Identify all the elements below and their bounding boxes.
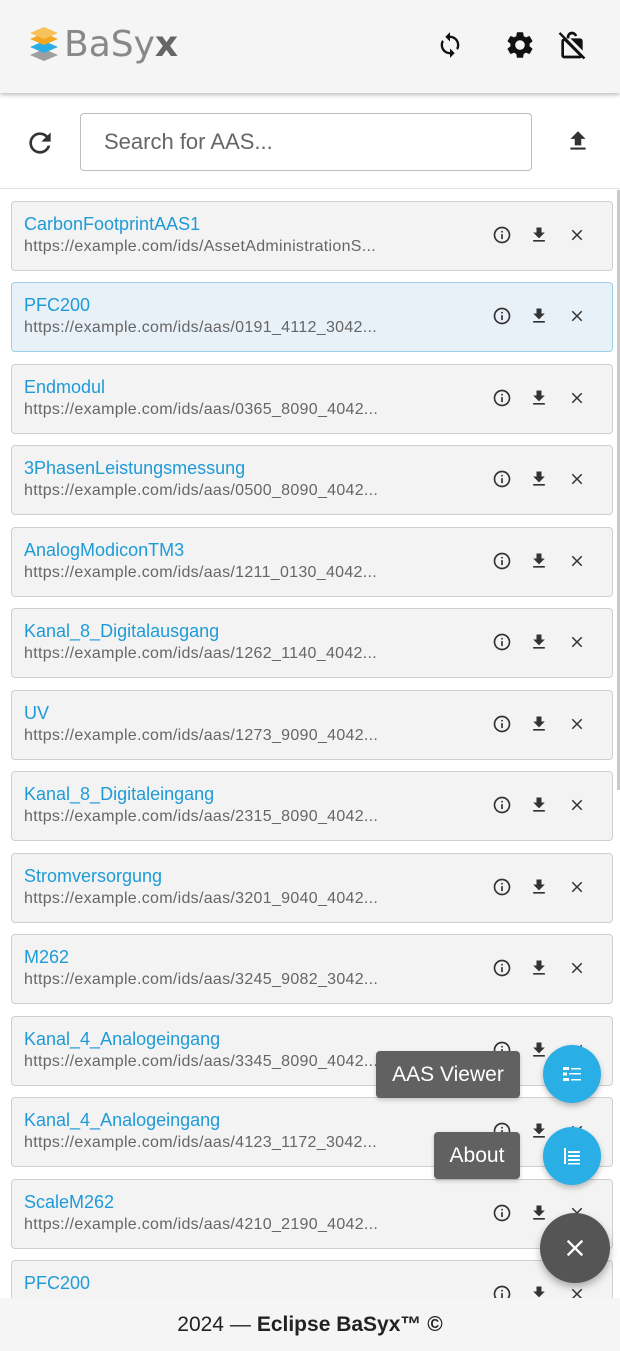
app-bar: BaSyx — [0, 0, 620, 93]
download-icon[interactable] — [527, 793, 551, 817]
close-icon[interactable] — [565, 386, 589, 410]
info-icon[interactable] — [490, 956, 514, 980]
footer: 2024 — Eclipse BaSyx™ © — [0, 1298, 620, 1351]
info-icon[interactable] — [490, 1201, 514, 1225]
info-icon[interactable] — [490, 304, 514, 328]
download-icon[interactable] — [527, 630, 551, 654]
download-icon[interactable] — [527, 223, 551, 247]
aas-id: https://example.com/ids/aas/3201_9040_40… — [24, 890, 379, 907]
search-input[interactable] — [80, 113, 532, 171]
aas-id: https://example.com/ids/aas/1211_0130_40… — [24, 564, 377, 581]
aas-id: https://example.com/ids/aas/4210_2190_40… — [24, 1216, 379, 1233]
info-icon[interactable] — [490, 467, 514, 491]
aas-list-item[interactable]: PFC200 https://example.com/ids/aas/... — [11, 1260, 613, 1298]
aas-list-item[interactable]: Stromversorgung https://example.com/ids/… — [11, 853, 613, 923]
info-icon[interactable] — [490, 793, 514, 817]
basyx-logo-icon — [30, 27, 58, 61]
aas-name: Kanal_4_Analogeingang — [24, 1110, 221, 1130]
aas-id: https://example.com/ids/aas/1262_1140_40… — [24, 645, 377, 662]
info-icon[interactable] — [490, 875, 514, 899]
aas-list-item[interactable]: 3PhasenLeistungsmessung https://example.… — [11, 445, 613, 515]
close-icon[interactable] — [565, 793, 589, 817]
aas-name: M262 — [24, 947, 70, 967]
close-icon[interactable] — [565, 875, 589, 899]
info-icon[interactable] — [490, 223, 514, 247]
aas-name: PFC200 — [24, 295, 91, 315]
close-fab-button[interactable] — [540, 1213, 610, 1283]
aas-name: CarbonFootprintAAS1 — [24, 214, 201, 234]
aas-id: https://example.com/ids/AssetAdministrat… — [24, 238, 377, 255]
close-icon[interactable] — [565, 223, 589, 247]
download-icon[interactable] — [527, 1201, 551, 1225]
close-icon[interactable] — [565, 467, 589, 491]
info-icon[interactable] — [490, 549, 514, 573]
refresh-icon[interactable] — [20, 123, 60, 163]
logo-text: BaSyx — [64, 23, 179, 65]
aas-name: Kanal_4_Analogeingang — [24, 1029, 221, 1049]
download-icon[interactable] — [527, 304, 551, 328]
footer-brand[interactable]: Eclipse BaSyx™ © — [257, 1313, 443, 1337]
aas-name: Endmodul — [24, 377, 106, 397]
basyx-logo[interactable]: BaSyx — [28, 22, 178, 66]
aas-list-item[interactable]: Endmodul https://example.com/ids/aas/036… — [11, 364, 613, 434]
aas-list-toolbar — [0, 93, 620, 189]
download-icon[interactable] — [527, 549, 551, 573]
aas-id: https://example.com/ids/aas/3345_8090_40… — [24, 1053, 379, 1070]
aas-list-item[interactable]: Kanal_4_Analogeingang https://example.co… — [11, 1097, 613, 1167]
close-icon[interactable] — [565, 304, 589, 328]
info-icon[interactable] — [490, 386, 514, 410]
aas-list: CarbonFootprintAAS1 https://example.com/… — [0, 190, 620, 1298]
aas-list-item[interactable]: Kanal_8_Digitaleingang https://example.c… — [11, 771, 613, 841]
about-icon — [564, 1148, 580, 1165]
aas-list-item[interactable]: Kanal_8_Digitalausgang https://example.c… — [11, 608, 613, 678]
aas-name: Stromversorgung — [24, 866, 163, 886]
download-icon[interactable] — [527, 467, 551, 491]
aas-list-item[interactable]: ScaleM262 https://example.com/ids/aas/42… — [11, 1179, 613, 1249]
settings-gear-icon[interactable] — [503, 28, 537, 62]
aas-id: https://example.com/ids/aas/2315_8090_40… — [24, 808, 379, 825]
info-icon[interactable] — [490, 630, 514, 654]
close-icon[interactable] — [565, 956, 589, 980]
aas-viewer-button[interactable] — [543, 1045, 601, 1103]
close-icon — [566, 1239, 584, 1257]
aas-viewer-icon — [563, 1067, 581, 1081]
download-icon[interactable] — [527, 1282, 551, 1298]
about-button[interactable] — [543, 1127, 601, 1185]
close-icon[interactable] — [565, 712, 589, 736]
aas-list-item[interactable]: UV https://example.com/ids/aas/1273_9090… — [11, 690, 613, 760]
footer-year: 2024 — — [177, 1312, 251, 1336]
aas-list-item[interactable]: PFC200 https://example.com/ids/aas/0191_… — [11, 282, 613, 352]
info-icon[interactable] — [490, 712, 514, 736]
aas-list-item[interactable]: AnalogModiconTM3 https://example.com/ids… — [11, 527, 613, 597]
download-icon[interactable] — [527, 712, 551, 736]
download-icon[interactable] — [527, 875, 551, 899]
aas-id: https://example.com/ids/aas/1273_9090_40… — [24, 727, 379, 744]
aas-id: https://example.com/ids/aas/4123_1172_30… — [24, 1134, 377, 1151]
aas-id: https://example.com/ids/aas/0191_4112_30… — [24, 319, 377, 336]
info-icon[interactable] — [490, 1282, 514, 1298]
close-icon[interactable] — [565, 1282, 589, 1298]
aas-name: AnalogModiconTM3 — [24, 540, 185, 560]
aas-name: UV — [24, 703, 50, 723]
aas-name: Kanal_8_Digitaleingang — [24, 784, 215, 804]
lock-off-icon[interactable] — [555, 28, 589, 62]
sync-icon[interactable] — [433, 28, 467, 62]
close-icon[interactable] — [565, 630, 589, 654]
aas-name: PFC200 — [24, 1273, 91, 1293]
aas-id: https://example.com/ids/aas/3245_9082_30… — [24, 971, 379, 988]
aas-id: https://example.com/ids/aas/0365_8090_40… — [24, 401, 379, 418]
download-icon[interactable] — [527, 386, 551, 410]
upload-icon[interactable] — [562, 123, 594, 159]
aas-name: 3PhasenLeistungsmessung — [24, 458, 246, 478]
aas-viewer-label[interactable]: AAS Viewer — [376, 1051, 520, 1098]
aas-list-item[interactable]: M262 https://example.com/ids/aas/3245_90… — [11, 934, 613, 1004]
aas-id: https://example.com/ids/aas/0500_8090_40… — [24, 482, 379, 499]
about-label[interactable]: About — [434, 1132, 520, 1179]
aas-list-item[interactable]: CarbonFootprintAAS1 https://example.com/… — [11, 201, 613, 271]
aas-name: Kanal_8_Digitalausgang — [24, 621, 220, 641]
aas-list-item[interactable]: Kanal_4_Analogeingang https://example.co… — [11, 1016, 613, 1086]
close-icon[interactable] — [565, 549, 589, 573]
aas-name: ScaleM262 — [24, 1192, 115, 1212]
download-icon[interactable] — [527, 956, 551, 980]
